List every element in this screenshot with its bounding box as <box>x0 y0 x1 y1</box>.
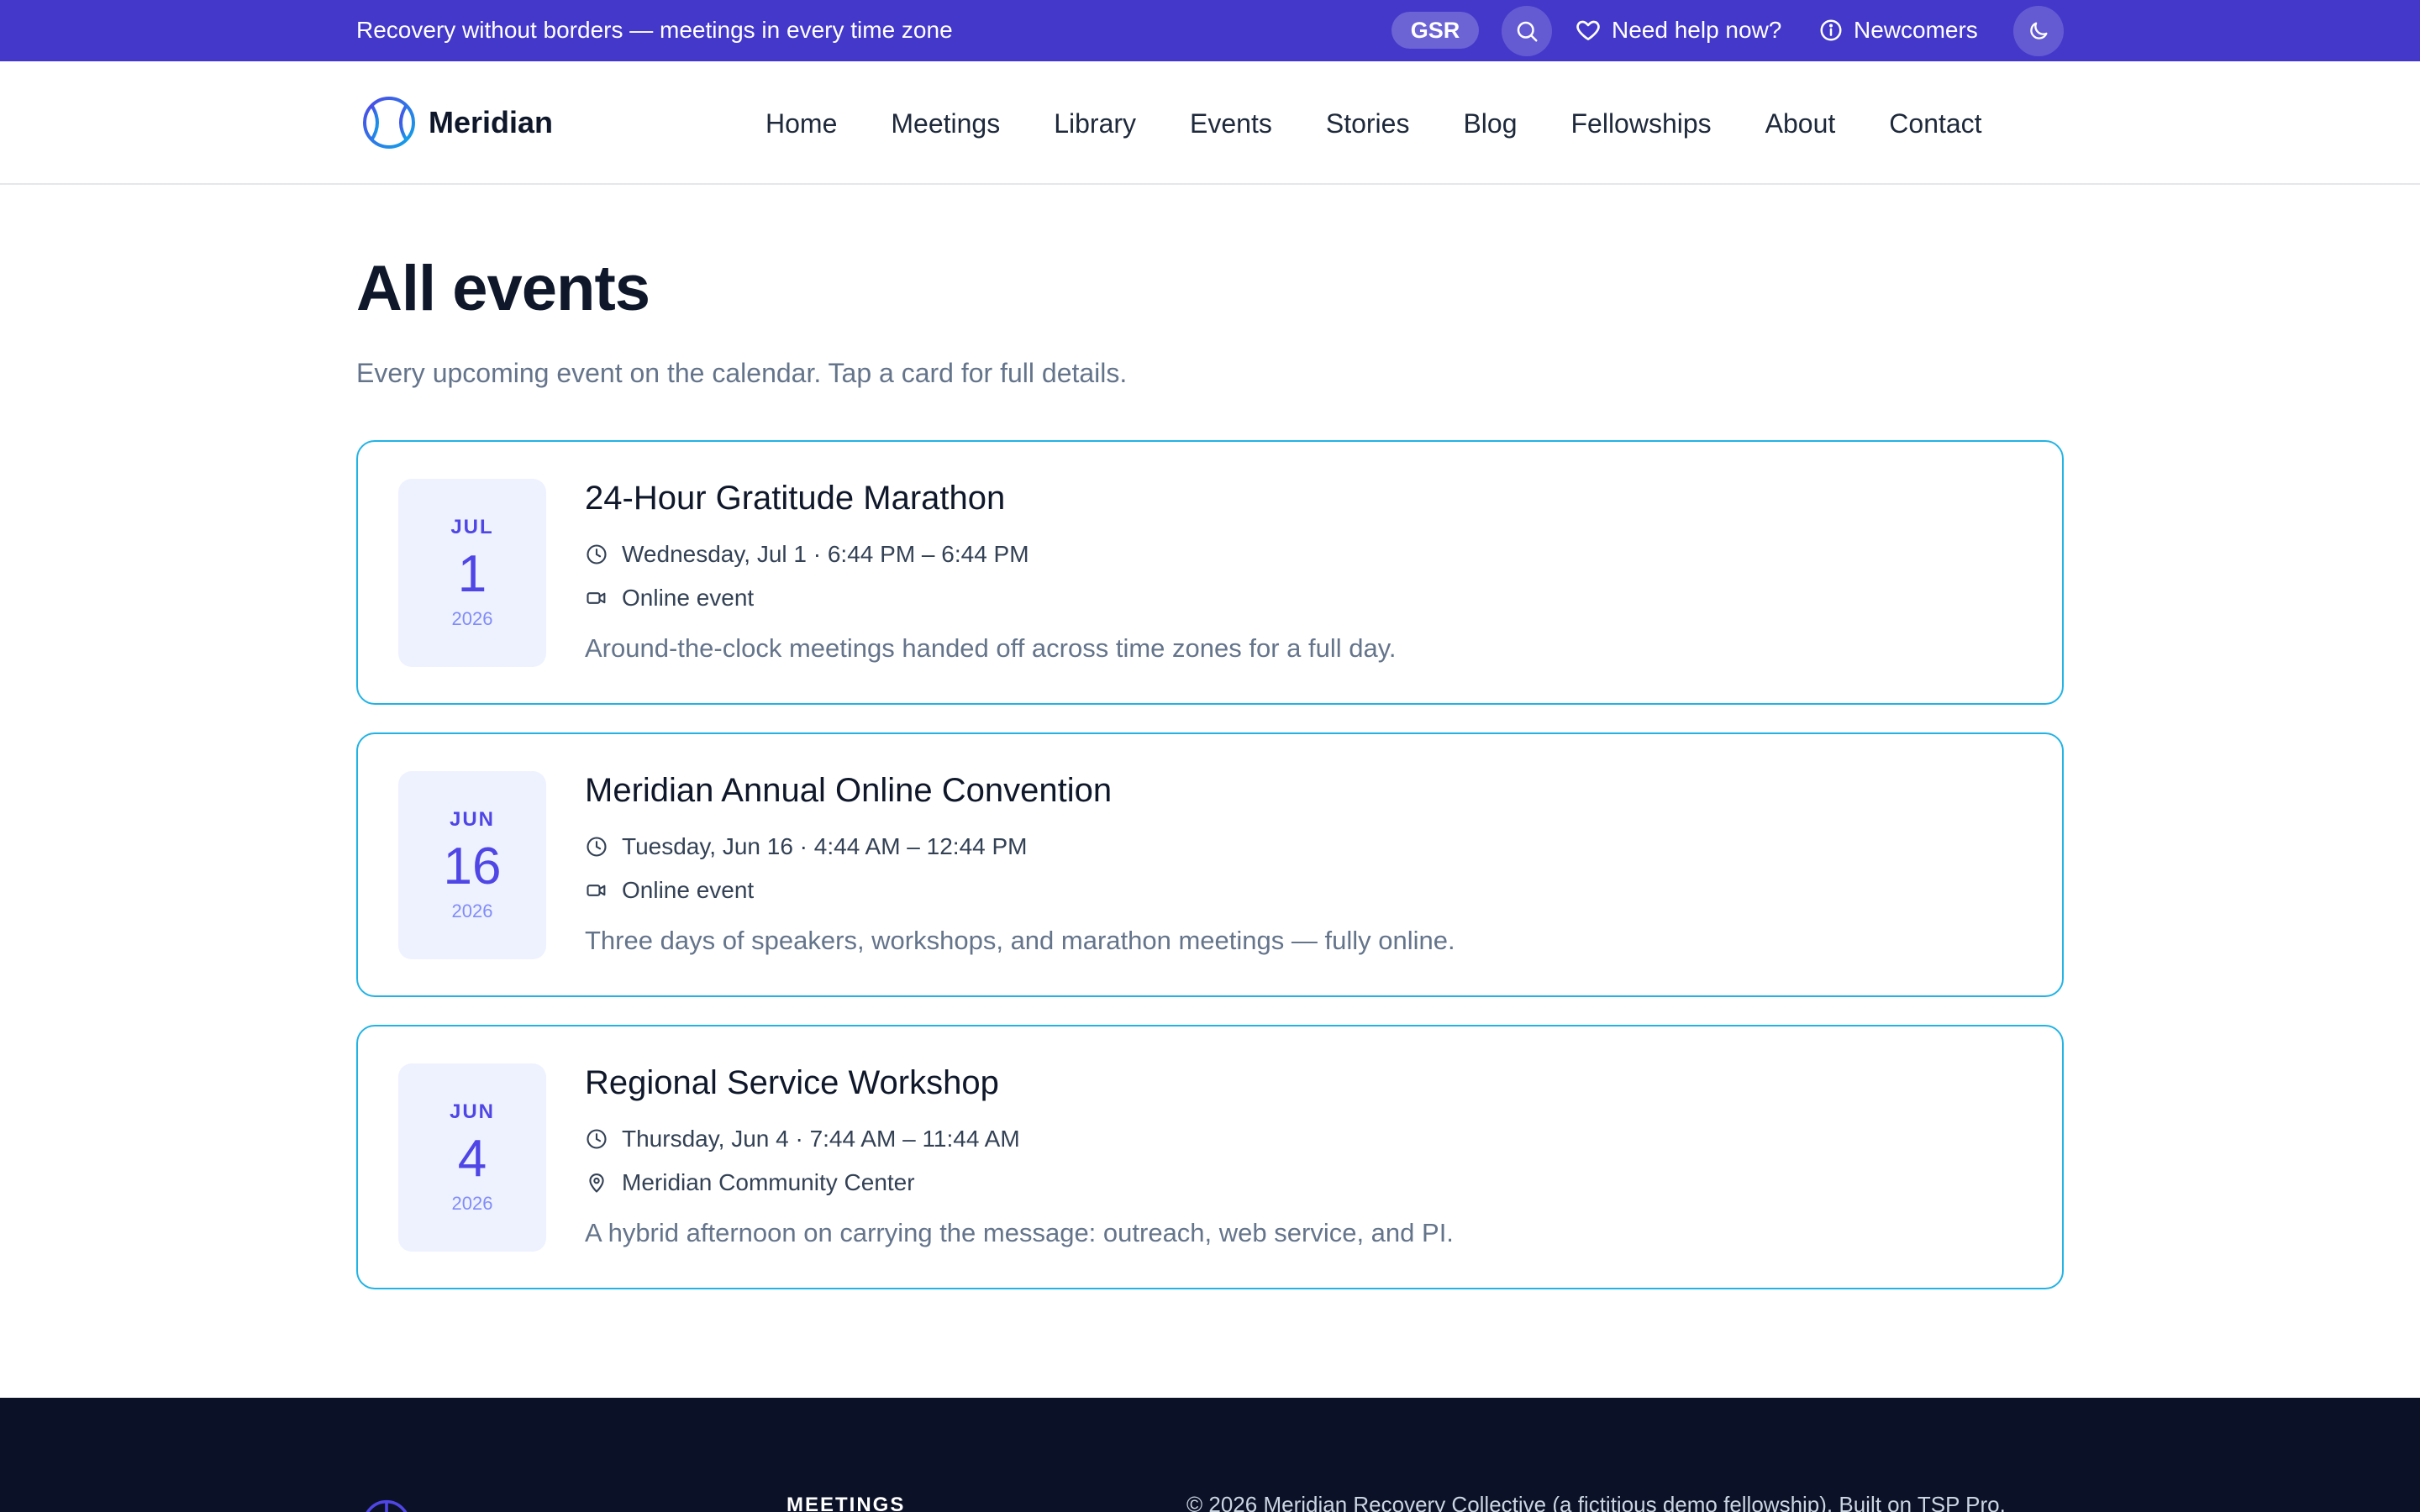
nav-item-events[interactable]: Events <box>1190 107 1272 140</box>
footer-copyright: © 2026 Meridian Recovery Collective (a f… <box>1186 1492 2006 1512</box>
nav-item-library[interactable]: Library <box>1054 107 1136 140</box>
nav-item-blog[interactable]: Blog <box>1463 107 1517 140</box>
event-description: A hybrid afternoon on carrying the messa… <box>585 1218 1454 1247</box>
event-location-row: Online event <box>585 583 754 613</box>
event-time: Thursday, Jun 4 · 7:44 AM – 11:44 AM <box>622 1126 1020 1152</box>
page-subtitle: Every upcoming event on the calendar. Ta… <box>356 358 1128 388</box>
theme-toggle-button[interactable] <box>2013 6 2064 56</box>
site-footer: MEETINGS © 2026 Meridian Recovery Collec… <box>0 1398 2420 1512</box>
event-time-row: Thursday, Jun 4 · 7:44 AM – 11:44 AM <box>585 1124 1020 1154</box>
event-time: Wednesday, Jul 1 · 6:44 PM – 6:44 PM <box>622 541 1029 567</box>
event-list: JUL 1 2026 24-Hour Gratitude Marathon We… <box>356 440 2064 1317</box>
clock-icon <box>587 837 607 857</box>
main-navbar: Meridian Home Meetings Library Events St… <box>0 61 2420 185</box>
page-title: All events <box>356 253 650 324</box>
event-location-row: Meridian Community Center <box>585 1168 915 1198</box>
event-card[interactable]: JUN 16 2026 Meridian Annual Online Conve… <box>356 732 2064 997</box>
nav-item-about[interactable]: About <box>1765 107 1836 140</box>
event-card[interactable]: JUN 4 2026 Regional Service Workshop Thu… <box>356 1025 2064 1289</box>
event-month: JUN <box>449 808 495 831</box>
footer-logo-icon <box>366 1499 408 1512</box>
event-description: Three days of speakers, workshops, and m… <box>585 926 1455 955</box>
event-month: JUL <box>450 516 494 538</box>
event-location: Online event <box>622 877 755 903</box>
need-help-label: Need help now? <box>1612 17 1782 43</box>
event-location: Meridian Community Center <box>622 1169 915 1195</box>
announcement-bar: Recovery without borders — meetings in e… <box>0 0 2420 61</box>
video-icon <box>587 592 606 604</box>
search-icon <box>1517 21 1538 42</box>
event-time: Tuesday, Jun 16 · 4:44 AM – 12:44 PM <box>622 833 1028 859</box>
info-icon <box>1820 19 1842 41</box>
event-time-row: Wednesday, Jul 1 · 6:44 PM – 6:44 PM <box>585 539 1029 570</box>
nav-item-meetings[interactable]: Meetings <box>891 107 1000 140</box>
event-card[interactable]: JUL 1 2026 24-Hour Gratitude Marathon We… <box>356 440 2064 705</box>
event-day: 4 <box>457 1130 487 1188</box>
tagline: Recovery without borders — meetings in e… <box>356 17 953 43</box>
event-date-badge: JUN 16 2026 <box>398 771 546 959</box>
event-month: JUN <box>449 1100 495 1123</box>
event-year: 2026 <box>451 608 493 629</box>
event-title: 24-Hour Gratitude Marathon <box>585 480 1006 517</box>
event-title: Meridian Annual Online Convention <box>585 772 1113 809</box>
event-location: Online event <box>622 585 755 611</box>
event-day: 1 <box>457 545 487 603</box>
footer-meetings-heading: MEETINGS <box>786 1494 906 1512</box>
nav-item-home[interactable]: Home <box>765 107 837 140</box>
clock-icon <box>587 1129 607 1149</box>
event-location-row: Online event <box>585 875 754 906</box>
event-year: 2026 <box>451 900 493 921</box>
nav-item-fellowships[interactable]: Fellowships <box>1570 107 1711 140</box>
brand-home-link[interactable]: Meridian <box>361 95 553 150</box>
nav-item-contact[interactable]: Contact <box>1889 107 1981 140</box>
globe-logo-icon <box>363 97 415 149</box>
gsr-button[interactable]: GSR <box>1392 12 1479 49</box>
event-date-badge: JUL 1 2026 <box>398 479 546 667</box>
video-icon <box>587 885 606 896</box>
event-year: 2026 <box>451 1193 493 1214</box>
need-help-link[interactable]: Need help now? <box>1575 14 1781 46</box>
heart-icon <box>1576 20 1600 40</box>
newcomers-label: Newcomers <box>1854 17 1978 43</box>
nav-item-stories[interactable]: Stories <box>1326 107 1410 140</box>
event-description: Around-the-clock meetings handed off acr… <box>585 633 1397 663</box>
primary-nav: Home Meetings Library Events Stories Blo… <box>765 107 1982 140</box>
map-pin-icon <box>589 1173 604 1193</box>
clock-icon <box>587 544 607 564</box>
event-time-row: Tuesday, Jun 16 · 4:44 AM – 12:44 PM <box>585 832 1028 862</box>
newcomers-link[interactable]: Newcomers <box>1818 14 1978 46</box>
event-title: Regional Service Workshop <box>585 1064 999 1101</box>
brand-name: Meridian <box>429 105 554 139</box>
search-button[interactable] <box>1502 6 1552 56</box>
event-date-badge: JUN 4 2026 <box>398 1063 546 1252</box>
moon-icon <box>2030 22 2048 39</box>
event-day: 16 <box>443 837 502 895</box>
